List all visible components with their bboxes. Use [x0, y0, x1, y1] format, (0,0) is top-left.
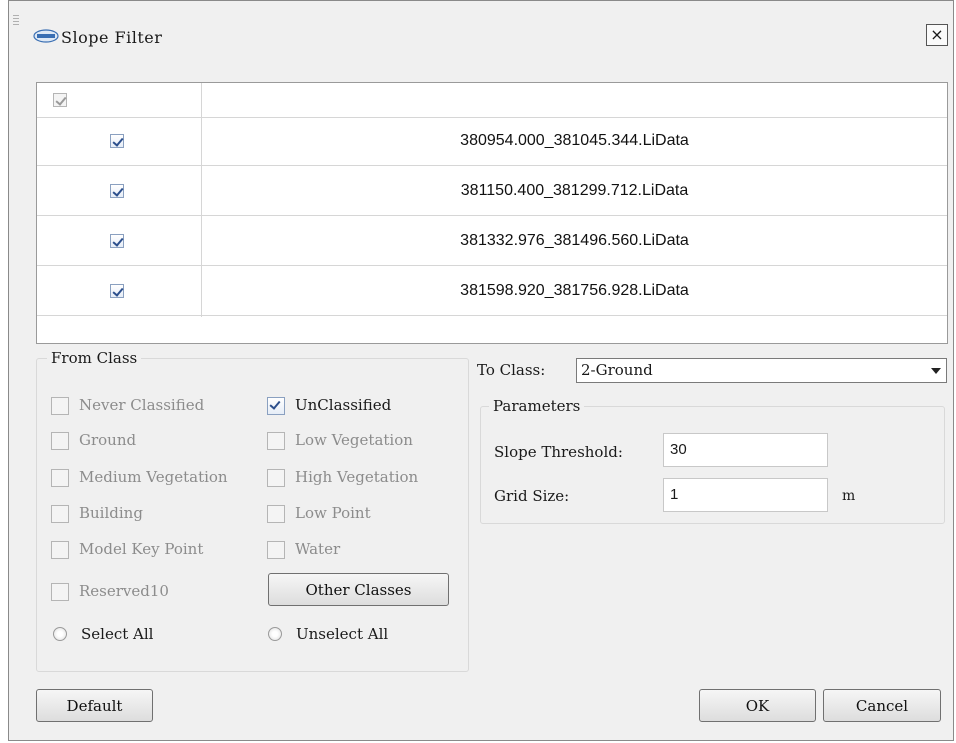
class-checkbox[interactable] [51, 505, 69, 523]
to-class-label: To Class: [477, 361, 546, 379]
file-name-cell: 381150.400_381299.712.LiData [460, 182, 689, 199]
class-label: Reserved10 [79, 582, 169, 600]
row-checkbox[interactable] [110, 284, 124, 298]
radio-label: Select All [81, 625, 154, 643]
radio-icon[interactable] [53, 627, 67, 641]
grid-size-label: Grid Size: [494, 487, 570, 505]
slope-threshold-input[interactable]: 30 [663, 433, 828, 467]
from-class-group: From Class Never Classified UnClassified… [36, 349, 469, 672]
class-checkbox[interactable] [51, 583, 69, 601]
close-icon: × [930, 25, 944, 44]
dropdown-arrow-icon [931, 368, 941, 374]
parameters-group: Parameters Slope Threshold: 30 Grid Size… [480, 397, 945, 524]
row-checkbox[interactable] [110, 184, 124, 198]
table-row[interactable]: 381150.400_381299.712.LiData [37, 167, 947, 216]
to-class-select[interactable]: 2-Ground [576, 358, 947, 383]
class-label: Low Point [295, 504, 371, 522]
class-checkbox[interactable] [267, 397, 285, 415]
class-checkbox[interactable] [267, 432, 285, 450]
cancel-button[interactable]: Cancel [823, 689, 941, 722]
radio-icon[interactable] [268, 627, 282, 641]
dialog-title: Slope Filter [61, 28, 163, 47]
class-label: UnClassified [295, 396, 392, 414]
class-checkbox[interactable] [267, 541, 285, 559]
title-bar: Slope Filter × [9, 1, 953, 73]
table-row[interactable]: 381598.920_381756.928.LiData [37, 267, 947, 316]
file-name-cell: 381598.920_381756.928.LiData [460, 282, 689, 299]
parameters-title: Parameters [489, 397, 585, 415]
table-row[interactable]: 381332.976_381496.560.LiData [37, 217, 947, 266]
grid-size-unit: m [842, 488, 856, 504]
slope-filter-dialog: Slope Filter × 380954.000_381045.344.LiD… [8, 0, 954, 741]
class-checkbox[interactable] [51, 397, 69, 415]
file-table: 380954.000_381045.344.LiData 381150.400_… [36, 82, 948, 344]
class-checkbox[interactable] [51, 469, 69, 487]
table-header [37, 83, 947, 118]
ok-button[interactable]: OK [699, 689, 816, 722]
file-name-cell: 380954.000_381045.344.LiData [460, 132, 689, 149]
class-label: Ground [79, 431, 137, 449]
class-label: Water [295, 540, 341, 558]
radio-label: Unselect All [296, 625, 389, 643]
to-class-selected-value: 2-Ground [581, 361, 653, 379]
class-label: Low Vegetation [295, 431, 413, 449]
row-checkbox[interactable] [110, 134, 124, 148]
class-label: Model Key Point [79, 540, 204, 558]
class-label: Building [79, 504, 143, 522]
class-checkbox[interactable] [51, 541, 69, 559]
other-classes-button[interactable]: Other Classes [268, 573, 449, 606]
grip-icon [13, 15, 19, 27]
slope-threshold-label: Slope Threshold: [494, 443, 623, 461]
class-checkbox[interactable] [51, 432, 69, 450]
grid-size-input[interactable]: 1 [663, 478, 828, 512]
class-label: Never Classified [79, 396, 205, 414]
close-button[interactable]: × [926, 24, 948, 46]
class-label: High Vegetation [295, 468, 419, 486]
table-row[interactable]: 380954.000_381045.344.LiData [37, 117, 947, 166]
class-checkbox[interactable] [267, 505, 285, 523]
row-checkbox[interactable] [110, 234, 124, 248]
app-logo-icon [33, 29, 59, 43]
class-checkbox[interactable] [267, 469, 285, 487]
class-label: Medium Vegetation [79, 468, 228, 486]
file-name-cell: 381332.976_381496.560.LiData [460, 232, 689, 249]
default-button[interactable]: Default [36, 689, 153, 722]
from-class-title: From Class [47, 349, 142, 367]
select-all-files-checkbox[interactable] [53, 93, 67, 107]
